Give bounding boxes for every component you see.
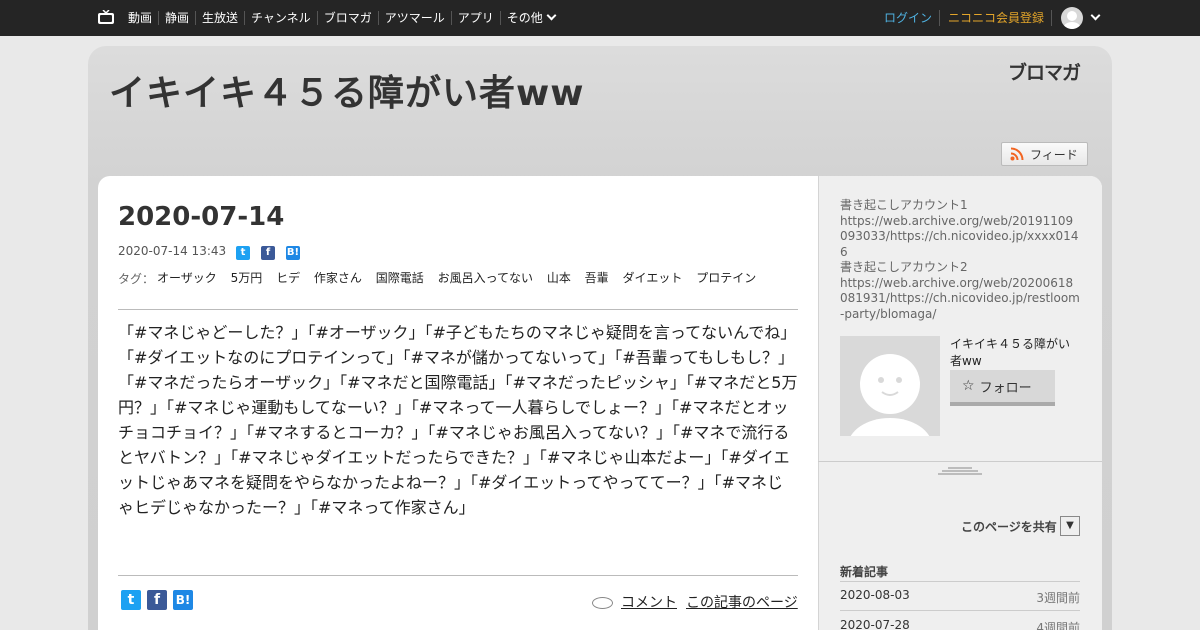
hatena-bookmark-icon[interactable]: B! — [173, 590, 193, 610]
tag-item[interactable]: 国際電話 — [376, 270, 424, 287]
tag-item[interactable]: 山本 — [547, 270, 571, 287]
comment-link[interactable]: コメント — [621, 592, 677, 612]
niconico-tv-icon[interactable] — [98, 10, 114, 24]
description-text: 書き起こしアカウント1 https://web.archive.org/web/… — [840, 198, 1080, 321]
rss-icon — [1010, 147, 1024, 161]
chevron-down-icon[interactable] — [1090, 10, 1101, 21]
share-dropdown-button[interactable]: ▼ — [1060, 516, 1080, 536]
nav-item-live[interactable]: 生放送 — [195, 11, 244, 25]
twitter-share-icon[interactable]: t — [236, 246, 250, 260]
tag-item[interactable]: ヒデ — [276, 270, 300, 287]
nav-item-seiga[interactable]: 静画 — [158, 11, 195, 25]
nav-item-atsumaru[interactable]: アツマール — [377, 11, 451, 25]
signup-link[interactable]: ニコニコ会員登録 — [939, 10, 1044, 26]
divider — [840, 581, 1080, 582]
tag-item[interactable]: ダイエット — [623, 270, 683, 287]
share-page-label: このページを共有 — [961, 520, 1057, 534]
grip-handle-icon[interactable] — [938, 466, 982, 476]
nav-item-blomaga[interactable]: ブロマガ — [316, 11, 378, 25]
nav-item-app[interactable]: アプリ — [450, 11, 500, 25]
divider — [118, 309, 798, 310]
facebook-share-icon[interactable]: f — [147, 590, 167, 610]
hatena-bookmark-icon[interactable]: B! — [286, 246, 300, 260]
tag-item[interactable]: 吾輩 — [585, 270, 609, 287]
nav-item-more[interactable]: その他 — [499, 10, 561, 25]
user-avatar-icon[interactable] — [1061, 7, 1083, 29]
chevron-down-icon — [546, 10, 557, 21]
feed-button[interactable]: フィード — [1001, 142, 1088, 166]
tag-item[interactable]: オーザック — [157, 270, 217, 287]
nav-divider — [1051, 10, 1052, 26]
global-nav: 動画 静画 生放送 チャンネル ブロマガ アツマール アプリ その他 ログイン … — [0, 0, 1200, 36]
login-link[interactable]: ログイン — [884, 10, 932, 26]
nav-more-label: その他 — [506, 11, 543, 25]
blog-title[interactable]: イキイキ４５る障がい者ww — [109, 64, 585, 116]
tag-item[interactable]: プロテイン — [696, 270, 756, 287]
profile-name[interactable]: イキイキ４５る障がい者ww — [950, 336, 1080, 370]
follow-button[interactable]: ☆ フォロー — [950, 370, 1055, 406]
nav-item-channel[interactable]: チャンネル — [244, 11, 317, 25]
recent-article-date[interactable]: 2020-08-03 — [840, 588, 910, 602]
blomaga-logo[interactable]: ブロマガ — [1008, 58, 1081, 85]
article-title[interactable]: 2020-07-14 — [118, 202, 284, 232]
divider — [840, 610, 1080, 611]
recent-heading: 新着記事 — [840, 565, 889, 579]
recent-article-ago: 3週間前 — [1036, 591, 1080, 605]
profile-avatar[interactable] — [840, 336, 940, 436]
star-icon: ☆ — [962, 378, 975, 394]
article-timestamp: 2020-07-14 13:43 — [118, 244, 227, 258]
tags-label: タグ： — [118, 272, 155, 286]
tag-item[interactable]: 作家さん — [314, 270, 362, 287]
divider — [818, 461, 1102, 462]
nav-item-video[interactable]: 動画 — [122, 11, 158, 25]
facebook-share-icon[interactable]: f — [261, 246, 275, 260]
follow-label: フォロー — [979, 380, 1032, 396]
divider — [118, 575, 798, 576]
recent-article-ago: 4週間前 — [1036, 621, 1080, 630]
feed-label: フィード — [1030, 147, 1078, 162]
tag-list: オーザック 5万円 ヒデ 作家さん 国際電話 お風呂入ってない 山本 吾輩 ダイ… — [157, 270, 797, 287]
article-page-link[interactable]: この記事のページ — [686, 592, 798, 612]
twitter-share-icon[interactable]: t — [121, 590, 141, 610]
comment-icon — [592, 597, 613, 609]
tag-item[interactable]: お風呂入ってない — [438, 270, 533, 287]
article-body: 「#マネじゃどーした？」「#オーザック」「#子どもたちのマネじゃ疑問を言ってない… — [118, 323, 798, 517]
recent-article-date[interactable]: 2020-07-28 — [840, 618, 910, 630]
tag-item[interactable]: 5万円 — [231, 270, 263, 287]
blog-description: 書き起こしアカウント1 https://web.archive.org/web/… — [840, 198, 1080, 322]
nav-menu: 動画 静画 生放送 チャンネル ブロマガ アツマール アプリ その他 — [122, 10, 561, 26]
